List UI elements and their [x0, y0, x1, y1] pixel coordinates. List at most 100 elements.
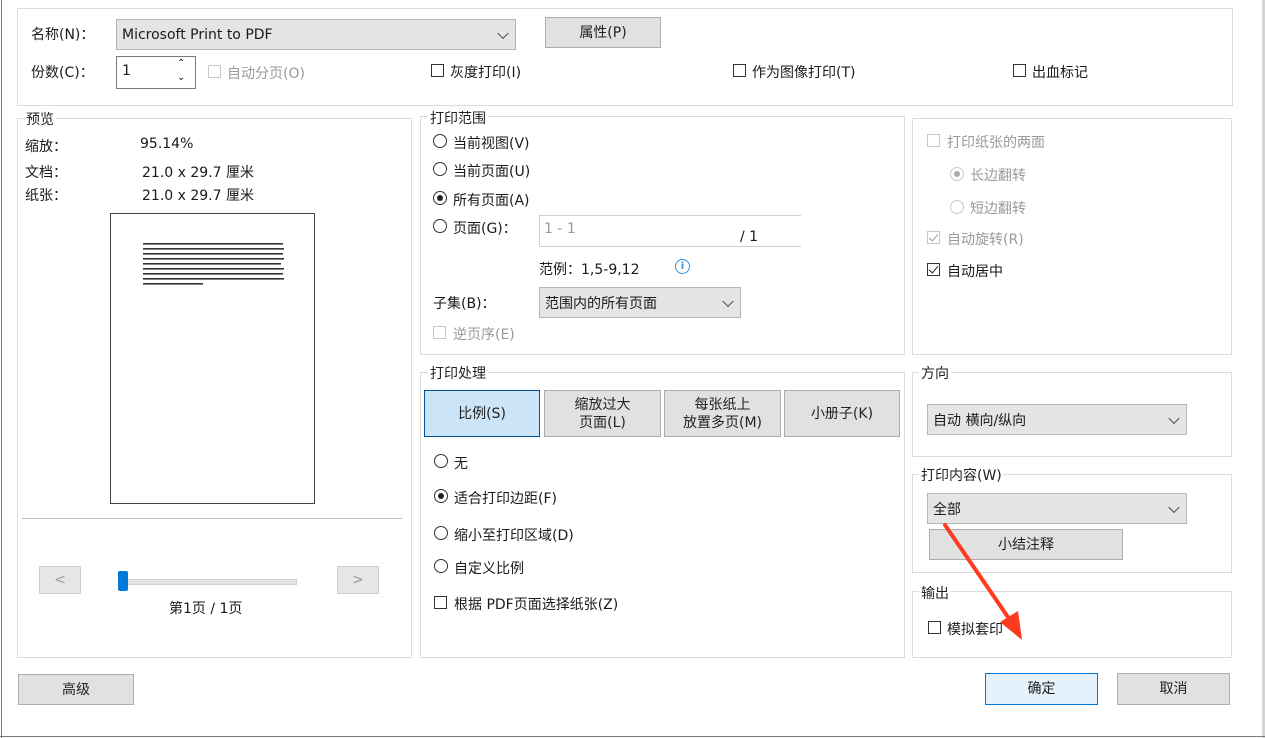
- scale-none-label: 无: [454, 456, 468, 472]
- orientation-value: 自动 横向/纵向: [933, 412, 1027, 429]
- copies-spinner[interactable]: 1 ⌃ ⌄: [116, 56, 196, 89]
- tab-multiple-pages[interactable]: 每张纸上 放置多页(M): [664, 390, 781, 437]
- printer-select[interactable]: Microsoft Print to PDF: [116, 19, 516, 50]
- page-slider-track[interactable]: [121, 579, 297, 585]
- long-edge-label: 长边翻转: [970, 168, 1026, 184]
- collate-checkbox[interactable]: [208, 65, 221, 78]
- current-view-radio[interactable]: [433, 134, 447, 148]
- arrow-shaft: [943, 523, 1014, 625]
- radio-dot: [438, 493, 444, 499]
- all-pages-radio[interactable]: [433, 191, 447, 205]
- print-range-legend: 打印范围: [428, 108, 488, 128]
- chevron-down-icon: [1168, 412, 1180, 424]
- all-pages-label: 所有页面(A): [453, 193, 530, 209]
- custom-scale-label: 自定义比例: [454, 561, 524, 577]
- auto-center-checkbox[interactable]: [927, 263, 940, 276]
- tab-scale[interactable]: 比例(S): [424, 390, 540, 437]
- paper-size-value: 21.0 x 29.7 厘米: [142, 188, 254, 204]
- orientation-select[interactable]: 自动 横向/纵向: [927, 404, 1187, 435]
- chevron-down-icon: [497, 27, 509, 39]
- doc-size-value: 21.0 x 29.7 厘米: [142, 165, 254, 181]
- bleed-marks-label: 出血标记: [1032, 65, 1088, 81]
- reverse-label: 逆页序(E): [453, 327, 515, 343]
- scale-none-radio[interactable]: [434, 454, 448, 468]
- auto-rotate-checkbox[interactable]: [927, 231, 940, 244]
- copies-label: 份数(C)：: [31, 65, 94, 81]
- bleed-marks-checkbox[interactable]: [1013, 64, 1026, 77]
- tab-booklet[interactable]: 小册子(K): [784, 390, 900, 437]
- chevron-down-icon: [722, 295, 734, 307]
- reverse-checkbox[interactable]: [433, 326, 446, 339]
- both-sides-checkbox[interactable]: [927, 134, 940, 147]
- tab-multiple-line2: 放置多页(M): [682, 414, 762, 431]
- page-slider-thumb[interactable]: [118, 571, 128, 591]
- tab-oversize-line1: 缩放过大: [574, 396, 631, 413]
- collate-label: 自动分页(O): [227, 66, 305, 82]
- copies-value: 1: [122, 63, 131, 79]
- next-page-button[interactable]: >: [337, 566, 379, 594]
- preview-legend: 预览: [24, 109, 56, 129]
- fit-margins-label: 适合打印边距(F): [454, 491, 557, 507]
- pages-label: 页面(G)：: [453, 221, 517, 237]
- preview-divider: [22, 518, 402, 519]
- spin-down-icon[interactable]: ⌄: [177, 72, 185, 83]
- fit-margins-radio[interactable]: [434, 489, 448, 503]
- radio-dot: [954, 171, 960, 177]
- grayscale-checkbox[interactable]: [431, 64, 444, 77]
- short-edge-label: 短边翻转: [970, 201, 1026, 217]
- long-edge-radio[interactable]: [950, 167, 964, 181]
- zoom-label: 缩放：: [25, 139, 67, 155]
- current-page-radio[interactable]: [433, 162, 447, 176]
- pages-radio[interactable]: [433, 219, 447, 233]
- subset-label: 子集(B)：: [433, 296, 496, 312]
- cancel-button[interactable]: 取消: [1117, 673, 1230, 705]
- prev-page-button[interactable]: <: [39, 566, 81, 594]
- tab-multiple-line1: 每张纸上: [694, 396, 751, 413]
- range-example: 范例：1,5-9,12: [539, 262, 640, 278]
- page-preview: [110, 213, 315, 504]
- pages-input-value: 1 - 1: [544, 221, 576, 237]
- page-indicator: 第1页 / 1页: [169, 601, 243, 617]
- both-sides-label: 打印纸张的两面: [947, 135, 1045, 151]
- pages-input[interactable]: 1 - 1 / 1: [539, 215, 801, 247]
- advanced-button[interactable]: 高级: [18, 674, 134, 705]
- check-icon: [928, 263, 939, 274]
- as-image-label: 作为图像打印(T): [752, 65, 856, 81]
- shrink-area-radio[interactable]: [434, 526, 448, 540]
- paper-size-label: 纸张：: [25, 188, 67, 204]
- printer-value: Microsoft Print to PDF: [122, 26, 273, 43]
- shrink-area-label: 缩小至打印区域(D): [454, 528, 574, 544]
- as-image-checkbox[interactable]: [733, 64, 746, 77]
- zoom-value: 95.14%: [140, 136, 194, 152]
- print-content-legend: 打印内容(W): [919, 465, 1004, 485]
- choose-paper-label: 根据 PDF页面选择纸张(Z): [454, 597, 619, 613]
- auto-rotate-label: 自动旋转(R): [947, 232, 1024, 248]
- ok-button[interactable]: 确定: [985, 673, 1098, 705]
- tab-oversize[interactable]: 缩放过大 页面(L): [544, 390, 661, 437]
- radio-dot: [437, 195, 443, 201]
- short-edge-radio[interactable]: [950, 200, 964, 214]
- window-left-border: [1, 0, 2, 738]
- current-page-label: 当前页面(U): [453, 164, 531, 180]
- check-icon: [928, 231, 939, 242]
- annotation-arrow: [943, 523, 1022, 640]
- pages-total: / 1: [740, 229, 759, 245]
- page-preview-text: [143, 243, 284, 285]
- subset-select[interactable]: 范围内的所有页面: [539, 287, 741, 318]
- tab-oversize-line2: 页面(L): [579, 414, 626, 431]
- chevron-down-icon: [1168, 501, 1180, 513]
- custom-scale-radio[interactable]: [434, 559, 448, 573]
- auto-center-label: 自动居中: [947, 264, 1003, 280]
- printer-label: 名称(N)：: [31, 27, 95, 43]
- spin-up-icon[interactable]: ⌃: [177, 58, 185, 69]
- info-icon[interactable]: i: [675, 259, 690, 274]
- subset-value: 范围内的所有页面: [545, 295, 657, 312]
- grayscale-label: 灰度打印(I): [450, 65, 522, 81]
- print-handling-legend: 打印处理: [428, 363, 488, 383]
- doc-size-label: 文档：: [25, 165, 67, 181]
- orientation-legend: 方向: [919, 363, 951, 383]
- choose-paper-checkbox[interactable]: [434, 596, 447, 609]
- current-view-label: 当前视图(V): [453, 136, 530, 152]
- properties-button[interactable]: 属性(P): [545, 17, 661, 48]
- window-bottom-border: [0, 736, 1265, 737]
